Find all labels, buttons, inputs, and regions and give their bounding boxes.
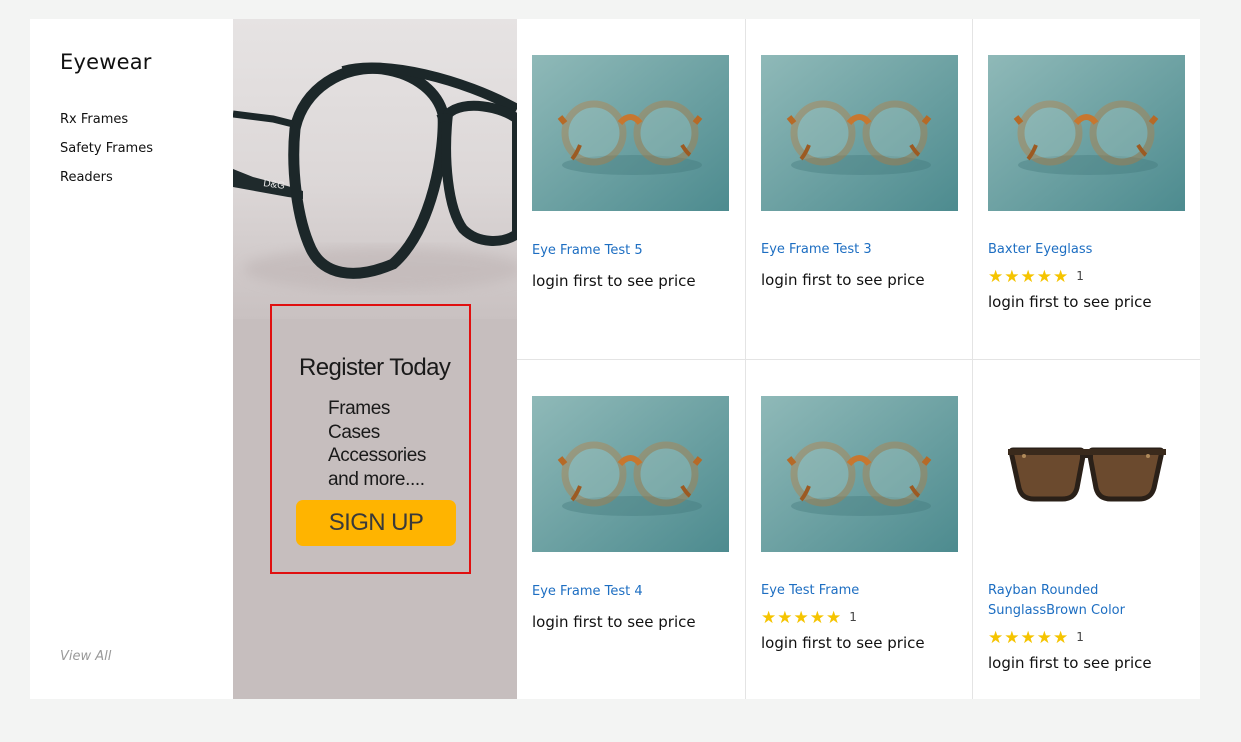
category-list: Rx Frames Safety Frames Readers	[60, 111, 153, 198]
product-card: Baxter Eyeglass ★★★★★ 1 login first to se…	[973, 19, 1200, 360]
product-card: Rayban Rounded SunglassBrown Color ★★★★★…	[973, 360, 1200, 699]
promo-title: Register Today	[299, 354, 451, 381]
sidebar-item-readers[interactable]: Readers	[60, 169, 153, 198]
promo-item: Cases	[328, 421, 380, 443]
review-count: 1	[1076, 269, 1084, 283]
product-image[interactable]	[532, 396, 729, 552]
wood-frames-image	[532, 55, 729, 211]
product-price-text: login first to see price	[988, 293, 1152, 311]
star-rating: ★★★★★ 1	[761, 608, 857, 628]
product-image[interactable]	[761, 396, 958, 552]
wood-frames-image	[761, 396, 958, 552]
product-image[interactable]	[532, 55, 729, 211]
page-container: Eyewear Rx Frames Safety Frames Readers …	[30, 19, 1200, 699]
product-price-text: login first to see price	[532, 272, 696, 290]
product-name-link[interactable]: Baxter Eyeglass	[988, 240, 1178, 260]
promo-item: Accessories	[328, 445, 427, 466]
review-count: 1	[849, 610, 857, 624]
promo-item: Frames	[328, 398, 390, 419]
product-name-link[interactable]: Eye Frame Test 4	[532, 582, 722, 602]
stars-icon: ★★★★★	[761, 608, 843, 628]
sign-up-button[interactable]: SIGN UP	[296, 500, 456, 546]
star-rating: ★★★★★ 1	[988, 628, 1084, 648]
product-price-text: login first to see price	[532, 613, 696, 631]
sidebar-item-safety-frames[interactable]: Safety Frames	[60, 140, 153, 169]
black-glasses-image: D&G	[233, 62, 517, 291]
product-price-text: login first to see price	[761, 634, 925, 652]
product-card: Eye Frame Test 4 login first to see pric…	[517, 360, 746, 699]
product-card: Eye Test Frame ★★★★★ 1 login first to see…	[746, 360, 973, 699]
view-all-link[interactable]: View All	[60, 649, 111, 664]
product-price-text: login first to see price	[988, 654, 1152, 672]
product-grid: Eye Frame Test 5 login first to see pric…	[517, 19, 1200, 699]
promo-item: and more....	[328, 468, 425, 490]
product-name-link[interactable]: Eye Test Frame	[761, 581, 951, 601]
register-banner[interactable]: D&G Register Today Frames Cases Accessor…	[233, 19, 517, 699]
product-name-link[interactable]: Rayban Rounded SunglassBrown Color	[988, 581, 1178, 621]
wood-frames-image	[988, 55, 1185, 211]
product-price-text: login first to see price	[761, 271, 925, 289]
product-name-link[interactable]: Eye Frame Test 3	[761, 240, 951, 260]
sidebar-title: Eyewear	[60, 50, 152, 74]
product-card: Eye Frame Test 5 login first to see pric…	[517, 19, 746, 360]
sidebar-item-rx-frames[interactable]: Rx Frames	[60, 111, 153, 140]
product-image[interactable]	[988, 55, 1185, 211]
product-name-link[interactable]: Eye Frame Test 5	[532, 241, 722, 261]
wood-frames-image	[532, 396, 729, 552]
register-promo-box: Register Today Frames Cases Accessories …	[270, 304, 471, 574]
stars-icon: ★★★★★	[988, 267, 1070, 287]
tortoise-sunglasses-image	[988, 396, 1185, 552]
promo-list: Frames Cases Accessories and more....	[328, 397, 426, 491]
review-count: 1	[1076, 630, 1084, 644]
product-image[interactable]	[988, 396, 1185, 552]
wood-frames-image	[761, 55, 958, 211]
stars-icon: ★★★★★	[988, 628, 1070, 648]
product-image[interactable]	[761, 55, 958, 211]
product-card: Eye Frame Test 3 login first to see pric…	[746, 19, 973, 360]
star-rating: ★★★★★ 1	[988, 267, 1084, 287]
category-sidebar: Eyewear Rx Frames Safety Frames Readers …	[30, 19, 233, 699]
